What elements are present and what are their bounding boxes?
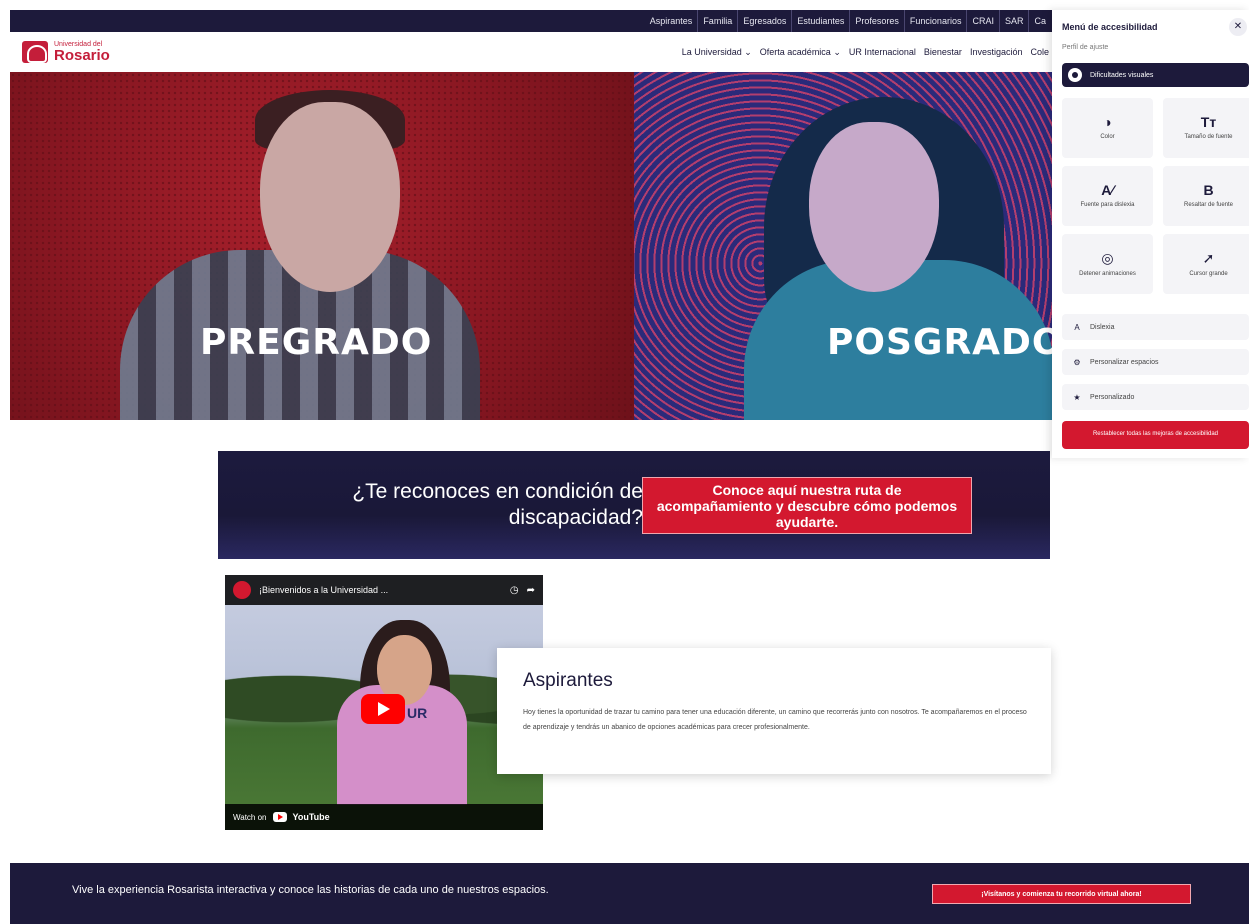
profile-label: Dificultades visuales xyxy=(1090,71,1154,79)
virtual-tour-banner: Vive la experiencia Rosarista interactiv… xyxy=(10,863,1249,924)
channel-avatar-icon[interactable] xyxy=(233,581,251,599)
option-custom-spacing[interactable]: ⚙ Personalizar espacios xyxy=(1062,349,1249,375)
stop-animation-icon: ◎ xyxy=(1101,249,1114,266)
aspirantes-card: Aspirantes Hoy tienes la oportunidad de … xyxy=(497,648,1051,774)
nav-la-universidad[interactable]: La Universidad ⌄ xyxy=(682,47,752,58)
aspirantes-title: Aspirantes xyxy=(523,670,613,691)
share-icon[interactable]: ➦ xyxy=(527,585,535,596)
gear-icon: ⚙ xyxy=(1073,357,1081,367)
topbar-link-profesores[interactable]: Profesores xyxy=(849,10,904,32)
main-navigation: La Universidad ⌄ Oferta académica ⌄ UR I… xyxy=(682,47,1055,58)
youtube-icon xyxy=(272,812,287,822)
accessibility-menu-title: Menú de accesibilidad xyxy=(1062,22,1158,32)
posgrado-label: POSGRADO xyxy=(827,322,1055,363)
posgrado-panel[interactable]: POSGRADO xyxy=(634,72,1055,420)
bold-icon: B xyxy=(1203,182,1214,199)
reset-accessibility-button[interactable]: Restablecer todas las mejoras de accesib… xyxy=(1062,421,1249,449)
font-icon: A xyxy=(1074,322,1080,332)
topbar-link-sar[interactable]: SAR xyxy=(998,10,1029,32)
topbar-link-aspirantes[interactable]: Aspirantes xyxy=(645,10,698,32)
watch-on-youtube[interactable]: Watch on YouTube xyxy=(225,804,543,830)
nav-colegio[interactable]: Cole xyxy=(1030,47,1049,58)
video-title-bar: ¡Bienvenidos a la Universidad ... ◷ ➦ xyxy=(225,575,543,605)
text-size-icon: Tт xyxy=(1200,114,1217,131)
aspirantes-text: Hoy tienes la oportunidad de trazar tu c… xyxy=(523,709,1027,731)
tool-color[interactable]: ◑ Color xyxy=(1062,98,1153,158)
accessibility-tools-grid: ◑ Color Tт Tamaño de fuente A∕ Fuente pa… xyxy=(1062,98,1249,294)
topbar-link-familia[interactable]: Familia xyxy=(697,10,737,32)
option-custom[interactable]: ★ Personalizado xyxy=(1062,384,1249,410)
nav-oferta-academica[interactable]: Oferta académica ⌄ xyxy=(760,47,841,58)
welcome-video[interactable]: UR ¡Bienvenidos a la Universidad ... ◷ ➦… xyxy=(225,575,543,830)
pregrado-panel[interactable]: PREGRADO xyxy=(10,72,634,420)
disability-support-button[interactable]: Conoce aquí nuestra ruta de acompañamien… xyxy=(642,477,972,534)
tool-font-size[interactable]: Tт Tamaño de fuente xyxy=(1163,98,1249,158)
play-button[interactable] xyxy=(361,694,405,724)
video-title[interactable]: ¡Bienvenidos a la Universidad ... xyxy=(259,585,502,595)
option-dyslexia[interactable]: A Dislexia xyxy=(1062,314,1249,340)
virtual-tour-text: Vive la experiencia Rosarista interactiv… xyxy=(72,884,549,896)
logo-title: Rosario xyxy=(54,47,110,64)
disability-banner: ¿Te reconoces en condición de discapacid… xyxy=(218,451,1050,559)
tool-big-cursor[interactable]: ➚ Cursor grande xyxy=(1163,234,1249,294)
pregrado-label: PREGRADO xyxy=(200,322,433,363)
topbar-link-crai[interactable]: CRAI xyxy=(966,10,999,32)
tool-bold-font[interactable]: B Resaltar de fuente xyxy=(1163,166,1249,226)
university-seal-icon xyxy=(22,41,48,63)
disability-question: ¿Te reconoces en condición de discapacid… xyxy=(352,480,643,529)
nav-bienestar[interactable]: Bienestar xyxy=(924,47,962,58)
clock-icon[interactable]: ◷ xyxy=(510,585,519,596)
contrast-icon: ◑ xyxy=(1103,114,1112,131)
topbar-link-funcionarios[interactable]: Funcionarios xyxy=(903,10,967,32)
dyslexia-font-icon: A∕ xyxy=(1101,182,1114,199)
virtual-tour-button[interactable]: ¡Visítanos y comienza tu recorrido virtu… xyxy=(932,884,1191,904)
close-icon[interactable]: ✕ xyxy=(1229,18,1247,36)
star-icon: ★ xyxy=(1073,392,1081,402)
topbar-link-egresados[interactable]: Egresados xyxy=(737,10,791,32)
top-utility-bar: Aspirantes Familia Egresados Estudiantes… xyxy=(10,10,1055,32)
eye-icon xyxy=(1068,68,1082,82)
university-logo[interactable]: Universidad del Rosario xyxy=(22,41,110,63)
tool-dyslexia-font[interactable]: A∕ Fuente para dislexia xyxy=(1062,166,1153,226)
main-header: Universidad del Rosario La Universidad ⌄… xyxy=(10,32,1055,72)
cursor-icon: ➚ xyxy=(1202,249,1215,266)
nav-investigacion[interactable]: Investigación xyxy=(970,47,1023,58)
accessibility-menu: Menú de accesibilidad ✕ Perfil de ajuste… xyxy=(1052,10,1249,458)
hero-banner: PREGRADO POSGRADO xyxy=(10,72,1055,420)
topbar-link-estudiantes[interactable]: Estudiantes xyxy=(791,10,849,32)
profile-visual-difficulties[interactable]: Dificultades visuales xyxy=(1062,63,1249,87)
nav-ur-internacional[interactable]: UR Internacional xyxy=(849,47,916,58)
accessibility-subtitle: Perfil de ajuste xyxy=(1062,44,1109,51)
tool-stop-animations[interactable]: ◎ Detener animaciones xyxy=(1062,234,1153,294)
topbar-link-more[interactable]: Ca xyxy=(1028,10,1051,32)
